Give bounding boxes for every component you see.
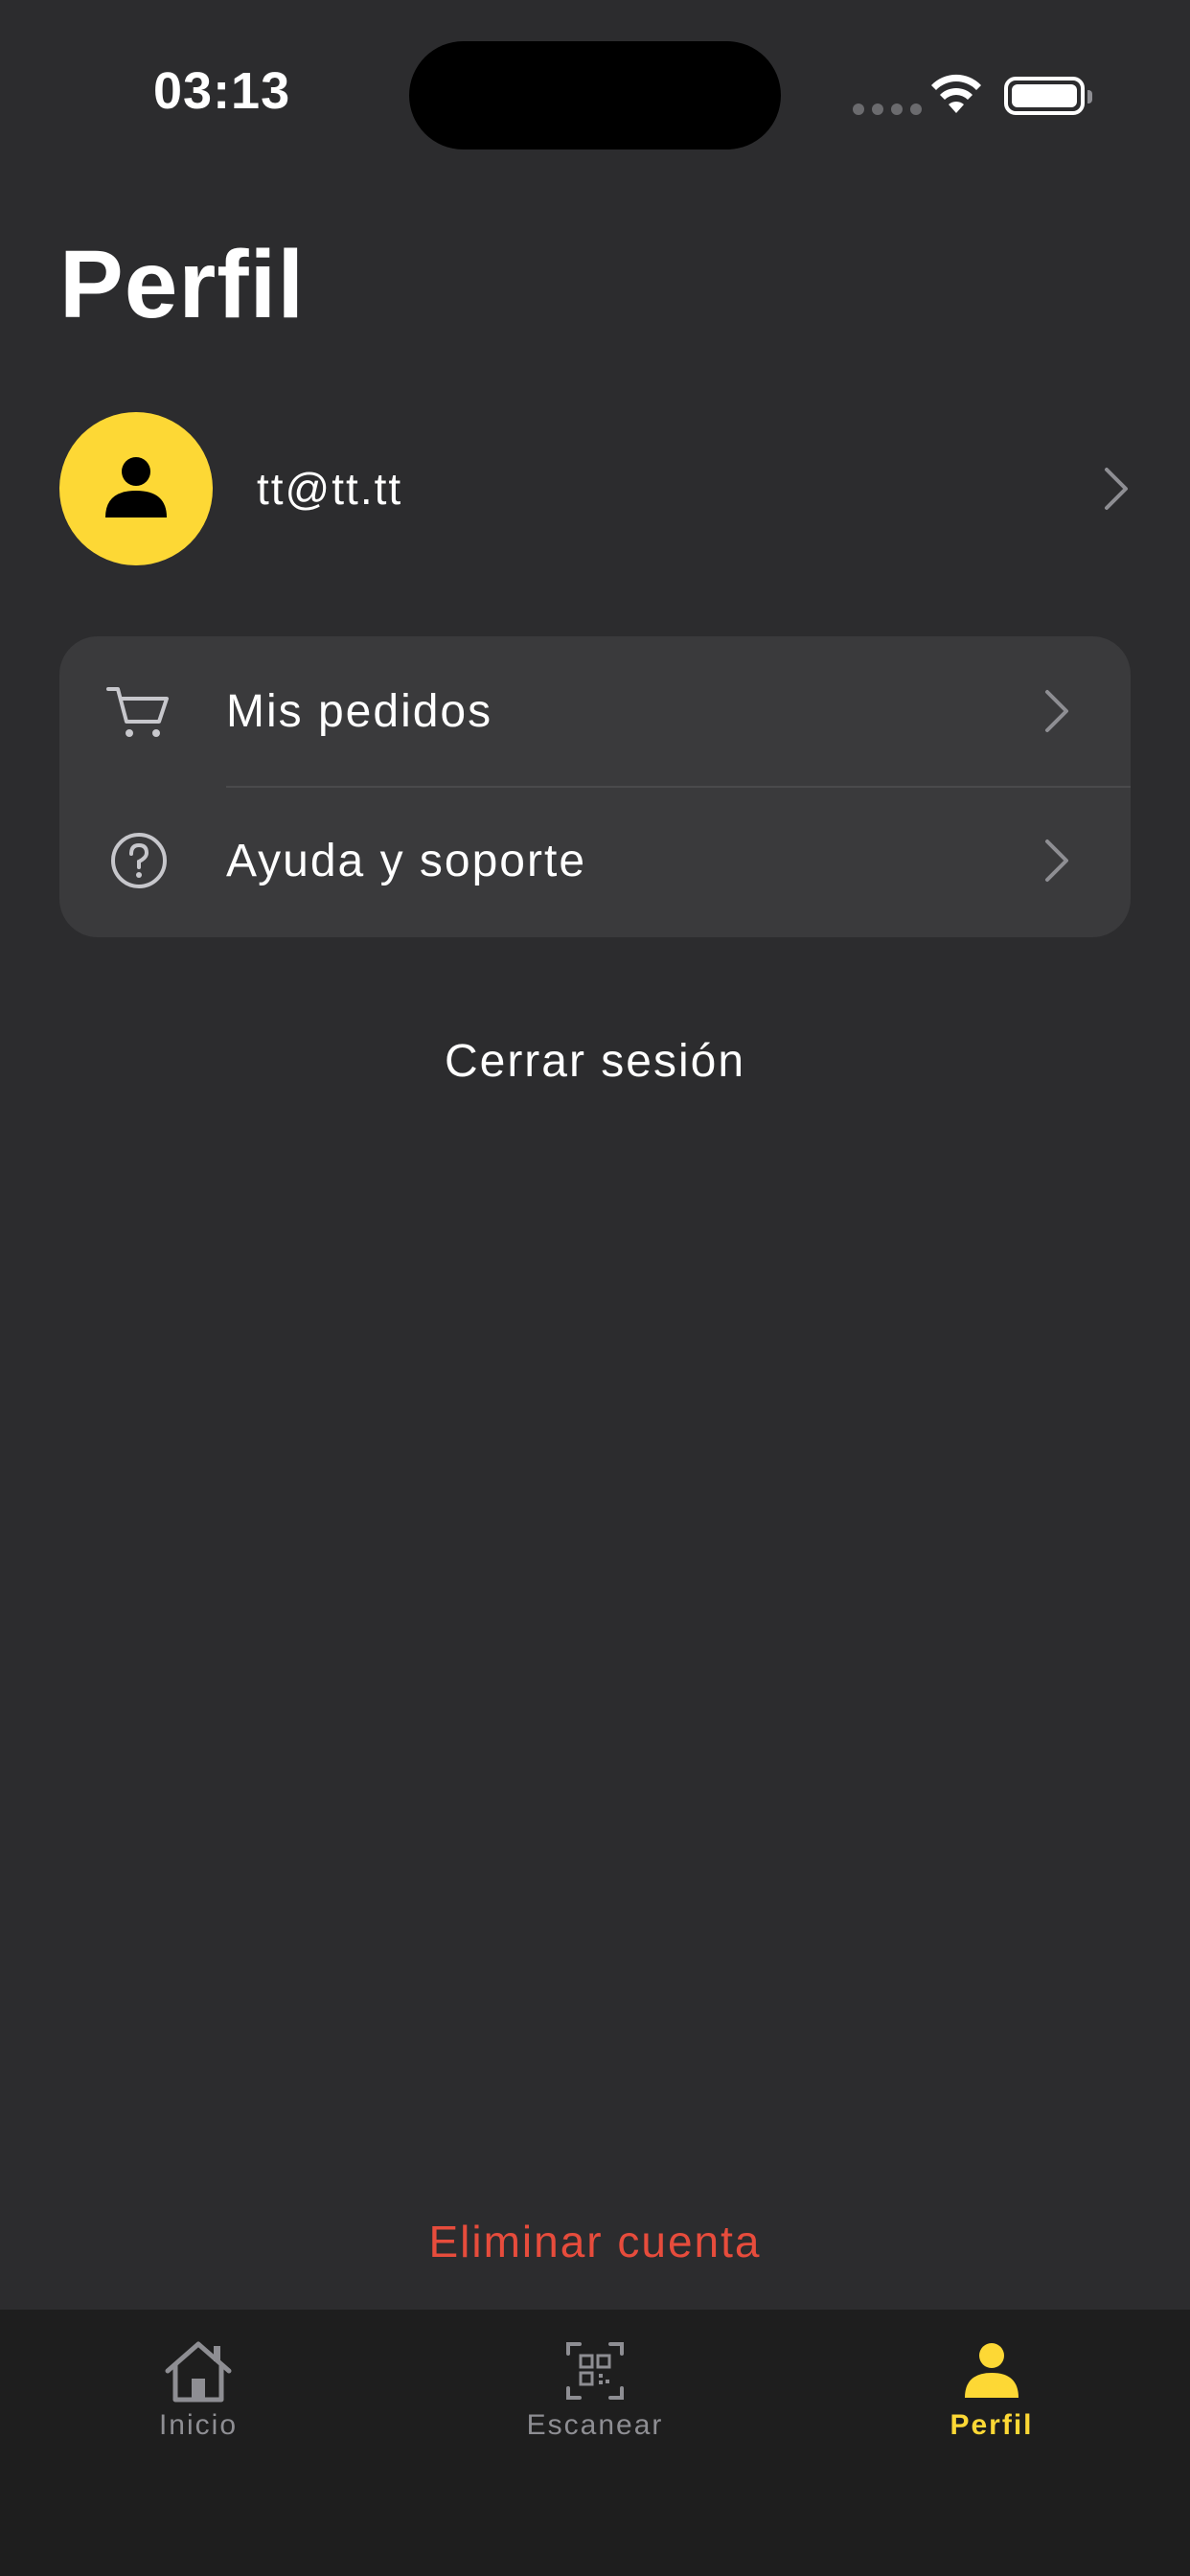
qr-scan-icon — [566, 2342, 624, 2400]
cart-icon — [106, 687, 169, 737]
tab-label: Perfil — [950, 2409, 1034, 2441]
menu-item-label: Ayuda y soporte — [226, 835, 587, 886]
page-title: Perfil — [59, 231, 306, 338]
menu-item-label: Mis pedidos — [226, 685, 493, 737]
chevron-right-icon — [1045, 840, 1068, 882]
chevron-right-icon — [1045, 690, 1068, 732]
avatar — [59, 412, 213, 565]
menu-item-help[interactable]: Ayuda y soporte — [59, 786, 1131, 935]
tab-label: Escanear — [526, 2409, 664, 2441]
tab-escanear[interactable]: Escanear — [451, 2336, 739, 2442]
person-icon — [105, 457, 167, 518]
cellular-signal-icon — [853, 104, 922, 115]
person-icon — [965, 2343, 1018, 2398]
wifi-icon — [931, 74, 981, 113]
home-icon — [165, 2341, 232, 2403]
profile-email: tt@tt.tt — [257, 464, 403, 514]
status-time: 03:13 — [153, 62, 291, 120]
dynamic-island — [409, 41, 781, 150]
menu-item-orders[interactable]: Mis pedidos — [59, 636, 1131, 786]
profile-row[interactable]: tt@tt.tt — [59, 412, 1131, 565]
help-circle-icon — [111, 833, 167, 888]
menu-card: Mis pedidos Ayuda y soporte — [59, 636, 1131, 937]
chevron-right-icon — [1105, 468, 1128, 510]
tab-label: Inicio — [158, 2409, 239, 2441]
tab-bar: Inicio Escanear Perfil — [0, 2310, 1190, 2576]
battery-icon — [1004, 77, 1092, 115]
profile-screen: 03:13 Perfil tt@tt.tt Mis pedidos Ayuda … — [0, 0, 1190, 2576]
logout-button[interactable]: Cerrar sesión — [0, 1035, 1190, 1088]
delete-account-button[interactable]: Eliminar cuenta — [0, 2216, 1190, 2267]
tab-inicio[interactable]: Inicio — [55, 2336, 342, 2442]
tab-perfil[interactable]: Perfil — [848, 2336, 1135, 2442]
